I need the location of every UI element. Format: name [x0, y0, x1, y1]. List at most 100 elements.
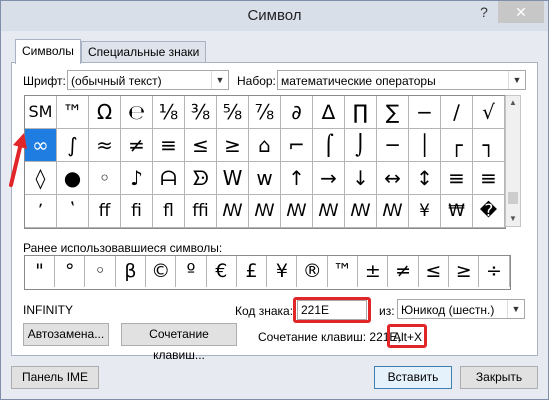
symbol-cell[interactable]: SM — [25, 96, 57, 129]
symbol-cell[interactable]: ʼ — [25, 195, 57, 228]
recent-symbol-cell[interactable]: ° — [55, 256, 86, 287]
chevron-down-icon: ▼ — [507, 300, 524, 318]
symbol-cell[interactable]: ⌐ — [281, 129, 313, 162]
symbol-cell[interactable]: ⌂ — [249, 129, 281, 162]
symbol-cell[interactable]: ┌ — [441, 129, 473, 162]
symbol-cell[interactable]: ꟿ — [313, 195, 345, 228]
symbol-cell[interactable]: fl — [153, 195, 185, 228]
recent-symbol-cell[interactable]: º — [177, 256, 207, 287]
symbol-cell[interactable]: w — [249, 162, 281, 195]
scroll-thumb[interactable] — [508, 192, 518, 204]
help-button[interactable]: ? — [471, 1, 497, 23]
symbol-cell[interactable]: ⅛ — [153, 96, 185, 129]
symbol-cell[interactable]: ≈ — [89, 129, 121, 162]
symbol-cell[interactable]: � — [473, 195, 505, 228]
recent-symbol-cell[interactable]: ÷ — [480, 256, 510, 287]
symbol-cell[interactable]: ꟿ — [281, 195, 313, 228]
symbol-cell[interactable]: ⅞ — [249, 96, 281, 129]
symbol-cell[interactable]: ꟿ — [345, 195, 377, 228]
from-value: Юникод (шестн.) — [401, 303, 495, 317]
symbol-cell[interactable]: ⅝ — [217, 96, 249, 129]
recent-symbol-cell[interactable]: ™ — [328, 256, 358, 287]
symbol-cell[interactable]: ≠ — [121, 129, 153, 162]
symbol-cell[interactable]: ≡ — [153, 129, 185, 162]
recent-symbol-cell[interactable]: " — [25, 256, 55, 287]
symbol-cell[interactable]: ∫ — [57, 129, 89, 162]
symbol-cell[interactable]: ⅜ — [185, 96, 217, 129]
symbol-cell[interactable]: ∂ — [281, 96, 313, 129]
recent-symbol-cell[interactable]: ≤ — [419, 256, 449, 287]
close-window-button[interactable]: ✕ — [498, 1, 544, 23]
ime-pad-button[interactable]: Панель IME — [11, 366, 99, 389]
scroll-down-icon[interactable]: ▼ — [506, 212, 520, 226]
symbol-cell[interactable]: ꟿ — [217, 195, 249, 228]
recent-symbol-cell[interactable]: ≥ — [449, 256, 480, 287]
recent-symbol-cell[interactable]: € — [207, 256, 237, 287]
recent-symbol-cell[interactable]: ◦ — [86, 256, 116, 287]
symbol-cell[interactable]: ↓ — [345, 162, 377, 195]
symbol-cell[interactable]: ◦ — [89, 162, 121, 195]
subset-value: математические операторы — [281, 74, 436, 88]
recent-symbol-cell[interactable]: ® — [298, 256, 328, 287]
insert-button[interactable]: Вставить — [374, 366, 452, 389]
scroll-up-icon[interactable]: ▲ — [506, 96, 520, 110]
symbol-cell[interactable]: ᗩ — [153, 162, 185, 195]
symbol-cell[interactable]: ꟿ — [249, 195, 281, 228]
symbol-cell[interactable]: ⌠ — [313, 129, 345, 162]
tab-special-chars[interactable]: Специальные знаки — [81, 41, 207, 62]
font-label: Шрифт: — [23, 74, 66, 88]
shortcut-key-button[interactable]: Сочетание клавиш... — [121, 323, 237, 362]
annotation-arrow-icon — [9, 133, 27, 187]
chevron-down-icon: ▼ — [508, 71, 525, 89]
symbol-cell[interactable]: − — [409, 96, 441, 129]
symbol-cell[interactable]: ∑ — [377, 96, 409, 129]
recent-symbol-cell[interactable]: © — [146, 256, 177, 287]
symbol-cell[interactable]: ⌡ — [345, 129, 377, 162]
grid-scrollbar[interactable]: ▲ ▼ — [505, 95, 521, 227]
symbol-cell[interactable]: ℮ — [121, 96, 153, 129]
recent-symbol-cell[interactable]: ± — [358, 256, 389, 287]
symbol-cell[interactable]: ff — [89, 195, 121, 228]
symbol-cell[interactable]: ↔ — [377, 162, 409, 195]
symbol-cell[interactable]: ● — [57, 162, 89, 195]
symbol-cell[interactable]: ʽ — [57, 195, 89, 228]
symbol-cell[interactable]: fi — [121, 195, 153, 228]
subset-select[interactable]: математические операторы ▼ — [277, 70, 526, 90]
symbol-cell[interactable]: ┐ — [473, 129, 505, 162]
symbol-cell[interactable]: ≥ — [217, 129, 249, 162]
symbol-cell[interactable]: ꟿ — [377, 195, 409, 228]
symbol-cell[interactable]: ≤ — [185, 129, 217, 162]
symbol-cell[interactable]: √ — [473, 96, 505, 129]
tab-symbols[interactable]: Символы — [15, 39, 81, 64]
from-label: из: — [379, 304, 395, 318]
symbol-cell[interactable]: ∏ — [345, 96, 377, 129]
autocorrect-button[interactable]: Автозамена... — [23, 323, 109, 346]
symbol-cell[interactable]: ≡ — [473, 162, 505, 195]
symbol-cell[interactable]: ffi — [185, 195, 217, 228]
symbol-cell[interactable]: ♪ — [121, 162, 153, 195]
symbol-cell[interactable]: ∆ — [313, 96, 345, 129]
symbol-cell[interactable]: W — [217, 162, 249, 195]
recent-symbol-cell[interactable]: ≠ — [389, 256, 419, 287]
tab-symbols-label: Символы — [22, 44, 74, 58]
symbol-cell[interactable]: ─ — [377, 129, 409, 162]
symbol-cell[interactable]: ≡ — [441, 162, 473, 195]
symbol-cell[interactable]: Ω — [89, 96, 121, 129]
symbol-cell[interactable]: ₩ — [441, 195, 473, 228]
symbol-cell[interactable]: ᗦ — [185, 162, 217, 195]
symbol-cell[interactable]: ¥ — [409, 195, 441, 228]
symbol-cell[interactable]: ™ — [57, 96, 89, 129]
font-select[interactable]: (обычный текст) ▼ — [67, 70, 229, 90]
recent-symbol-cell[interactable]: ¥ — [267, 256, 298, 287]
symbol-dialog: Символ ? ✕ Символы Специальные знаки Шри… — [0, 0, 549, 400]
symbol-cell[interactable]: ↕ — [409, 162, 441, 195]
recent-symbol-cell[interactable]: £ — [237, 256, 268, 287]
from-select[interactable]: Юникод (шестн.) ▼ — [397, 299, 525, 319]
symbol-cell[interactable]: ∕ — [441, 96, 473, 129]
symbol-cell[interactable]: → — [313, 162, 345, 195]
shortcut-highlight — [387, 324, 427, 348]
symbol-cell[interactable]: │ — [409, 129, 441, 162]
recent-symbol-cell[interactable]: β — [116, 256, 146, 287]
close-button[interactable]: Закрыть — [460, 366, 538, 389]
symbol-cell[interactable]: ↑ — [281, 162, 313, 195]
